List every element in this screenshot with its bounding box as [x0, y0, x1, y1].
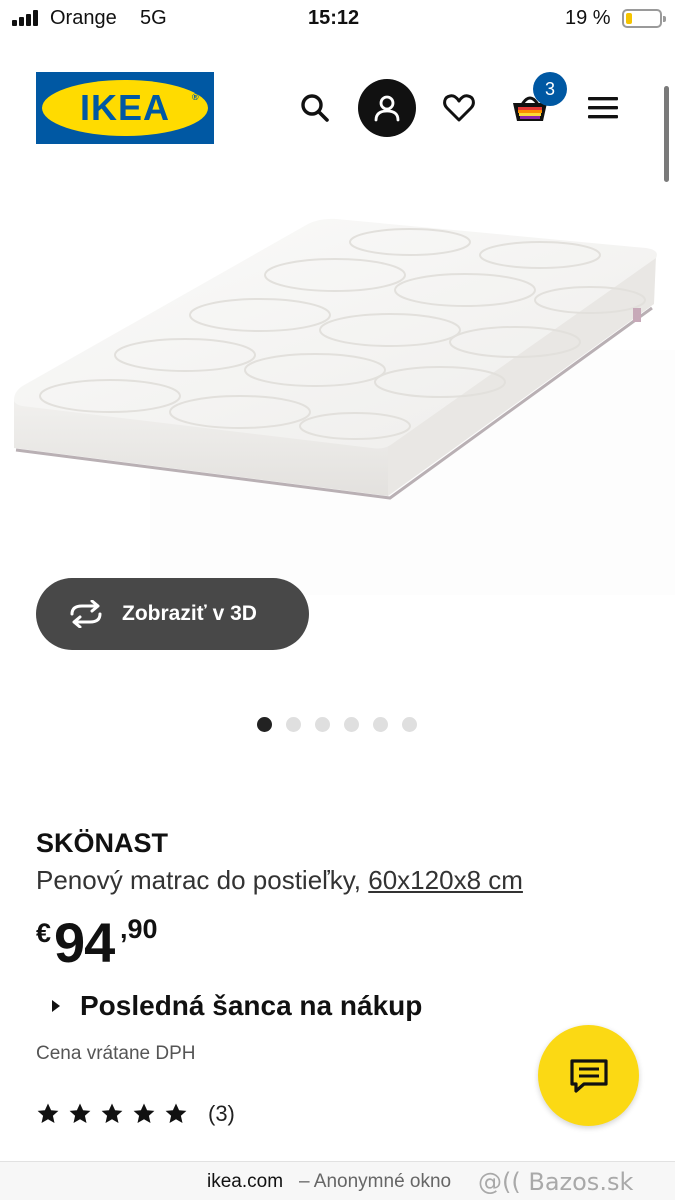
- chat-icon: [569, 1058, 608, 1093]
- star-icon: [69, 1103, 91, 1123]
- pagination-dot[interactable]: [402, 717, 417, 732]
- account-button[interactable]: [358, 79, 416, 137]
- menu-icon: [588, 97, 618, 119]
- pagination-dot[interactable]: [286, 717, 301, 732]
- view-3d-button[interactable]: Zobraziť v 3D: [36, 578, 309, 650]
- ikea-logo[interactable]: IKEA ®: [36, 72, 214, 144]
- status-bar: Orange 5G 15:12 19 %: [0, 0, 675, 36]
- carrier-name: Orange: [50, 7, 117, 29]
- clock: 15:12: [308, 7, 360, 29]
- rating-count: (3): [208, 1101, 235, 1126]
- cart-count-badge: 3: [533, 72, 567, 106]
- last-chance-label: Posledná šanca na nákup: [80, 990, 423, 1021]
- favorites-button[interactable]: [429, 78, 489, 138]
- search-button[interactable]: [285, 78, 345, 138]
- star-icon: [133, 1103, 155, 1123]
- product-type: Penový matrac do postieľky,: [36, 865, 362, 895]
- view-3d-label: Zobraziť v 3D: [122, 602, 257, 625]
- vat-note: Cena vrátane DPH: [36, 1043, 196, 1064]
- product-size-link[interactable]: 60x120x8 cm: [368, 865, 523, 895]
- star-icon: [165, 1103, 187, 1123]
- star-icon: [101, 1103, 123, 1123]
- network-type: 5G: [140, 7, 167, 29]
- product-description: Penový matrac do postieľky, 60x120x8 cm: [36, 865, 523, 896]
- browser-address-bar[interactable]: ikea.com – Anonymné okno @(( Bazos.sk: [0, 1161, 675, 1200]
- search-icon: [301, 94, 329, 122]
- price-decimal: ,90: [120, 914, 158, 944]
- account-icon: [374, 95, 400, 122]
- expand-arrow-icon: [52, 1000, 60, 1012]
- image-pagination: [257, 717, 427, 733]
- heart-icon: [443, 94, 475, 122]
- pagination-dot[interactable]: [315, 717, 330, 732]
- battery-level: [626, 13, 632, 24]
- bazos-watermark: @(( Bazos.sk: [478, 1168, 634, 1196]
- price-integer: 94: [54, 911, 115, 974]
- menu-button[interactable]: [573, 78, 633, 138]
- star-icon: [37, 1103, 59, 1123]
- rotate-3d-icon: [70, 600, 102, 628]
- pagination-dot[interactable]: [373, 717, 388, 732]
- battery-percent: 19 %: [565, 7, 611, 29]
- mattress-image: [14, 218, 675, 595]
- battery-icon: [622, 9, 666, 28]
- product-image[interactable]: [0, 200, 675, 600]
- chat-button[interactable]: [538, 1025, 639, 1126]
- private-mode-label: – Anonymné okno: [299, 1171, 452, 1192]
- pagination-dot[interactable]: [257, 717, 272, 732]
- price-currency: €: [36, 918, 52, 948]
- pagination-dot[interactable]: [344, 717, 359, 732]
- rating[interactable]: (3): [36, 1100, 235, 1128]
- logo-text: IKEA: [79, 87, 170, 128]
- product-name: SKÖNAST: [36, 828, 169, 858]
- signal-icon: [12, 10, 40, 26]
- last-chance-toggle[interactable]: Posledná šanca na nákup: [52, 986, 422, 1026]
- scrollbar[interactable]: [664, 86, 669, 182]
- url-domain: ikea.com: [207, 1171, 284, 1192]
